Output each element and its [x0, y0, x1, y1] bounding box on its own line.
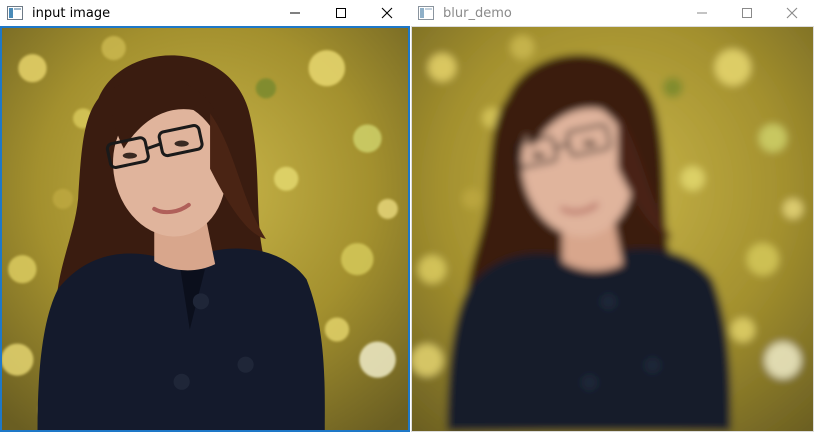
window-app-icon [6, 4, 24, 22]
portrait-photo [2, 28, 408, 430]
window-app-icon [417, 4, 435, 22]
minimize-icon [290, 12, 300, 14]
window-title: input image [32, 5, 111, 21]
maximize-icon [741, 8, 752, 18]
close-icon [786, 7, 797, 19]
image-frame [0, 26, 410, 432]
maximize-button[interactable] [724, 0, 769, 26]
titlebar[interactable]: input image [0, 0, 410, 26]
blurred-photo [412, 27, 813, 431]
close-button[interactable] [364, 0, 410, 26]
maximize-button[interactable] [318, 0, 364, 26]
window-title: blur_demo [443, 5, 512, 21]
minimize-button[interactable] [272, 0, 318, 26]
close-icon [381, 7, 393, 19]
input-photo [2, 28, 408, 430]
titlebar[interactable]: blur_demo [411, 0, 814, 26]
maximize-icon [336, 8, 346, 18]
minimize-icon [696, 12, 707, 14]
close-button[interactable] [769, 0, 814, 26]
portrait-photo-blurred [412, 27, 813, 431]
image-frame [411, 26, 814, 432]
input-image-window: input image [0, 0, 410, 432]
blur-demo-window: blur_demo [411, 0, 814, 432]
minimize-button[interactable] [679, 0, 724, 26]
